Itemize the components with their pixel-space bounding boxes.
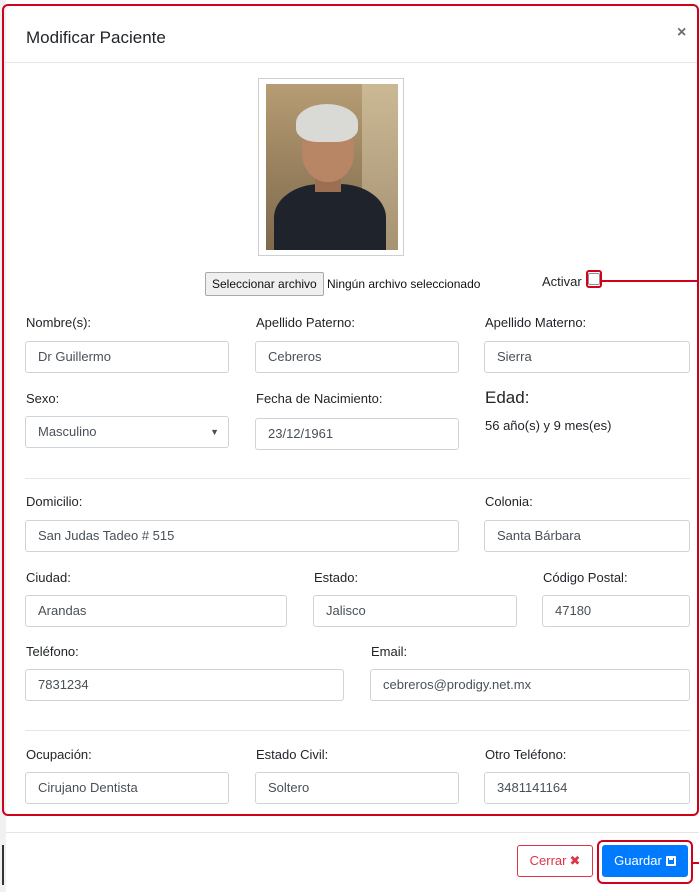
file-status-text: Ningún archivo seleccionado (327, 277, 481, 291)
sexo-selected-value: Masculino (38, 424, 97, 439)
fecha-nacimiento-label: Fecha de Nacimiento: (256, 391, 383, 406)
save-icon (665, 856, 676, 866)
close-icon: ✖ (569, 853, 581, 868)
backdrop-edge (2, 280, 4, 310)
guardar-button[interactable]: Guardar (602, 845, 688, 877)
close-icon[interactable]: × (677, 24, 686, 42)
estado-input[interactable]: Jalisco (313, 595, 517, 627)
annotation-pointer-line (693, 862, 699, 864)
email-label: Email: (371, 644, 408, 659)
section-divider (25, 730, 690, 731)
select-file-button[interactable]: Seleccionar archivo (205, 272, 324, 296)
cerrar-button[interactable]: Cerrar ✖ (517, 845, 593, 877)
guardar-label: Guardar (614, 853, 662, 868)
domicilio-label: Domicilio: (26, 494, 83, 509)
colonia-label: Colonia: (485, 494, 533, 509)
patient-photo (266, 84, 398, 250)
sexo-select[interactable]: Masculino ▼ (25, 416, 229, 448)
backdrop-edge (2, 845, 4, 885)
modal-title: Modificar Paciente (26, 28, 166, 47)
fecha-nacimiento-input[interactable]: 23/12/1961 (255, 418, 459, 450)
modal-header: Modificar Paciente × (6, 0, 699, 63)
apellido-materno-input[interactable]: Sierra (484, 341, 690, 373)
estado-civil-label: Estado Civil: (256, 747, 329, 762)
otro-telefono-label: Otro Teléfono: (485, 747, 567, 762)
ocupacion-label: Ocupación: (26, 747, 92, 762)
telefono-input[interactable]: 7831234 (25, 669, 344, 701)
codigo-postal-input[interactable]: 47180 (542, 595, 690, 627)
section-divider (25, 478, 690, 479)
cerrar-label: Cerrar (529, 853, 567, 868)
annotation-pointer-line (602, 280, 699, 282)
telefono-label: Teléfono: (26, 644, 79, 659)
estado-civil-input[interactable]: Soltero (255, 772, 459, 804)
colonia-input[interactable]: Santa Bárbara (484, 520, 690, 552)
apellido-paterno-label: Apellido Paterno: (256, 315, 356, 330)
sexo-label: Sexo: (26, 391, 60, 406)
apellido-paterno-input[interactable]: Cebreros (255, 341, 459, 373)
apellido-materno-label: Apellido Materno: (485, 315, 587, 330)
nombre-label: Nombre(s): (26, 315, 92, 330)
ocupacion-input[interactable]: Cirujano Dentista (25, 772, 229, 804)
patient-photo-frame (258, 78, 404, 256)
ciudad-label: Ciudad: (26, 570, 71, 585)
codigo-postal-label: Código Postal: (543, 570, 628, 585)
chevron-down-icon: ▼ (210, 427, 219, 437)
modify-patient-modal: Modificar Paciente × Seleccionar archivo… (6, 0, 699, 892)
activar-label: Activar (542, 274, 582, 289)
domicilio-input[interactable]: San Judas Tadeo # 515 (25, 520, 459, 552)
activar-checkbox[interactable] (588, 273, 600, 285)
email-input[interactable]: cebreros@prodigy.net.mx (370, 669, 690, 701)
modal-footer-divider (6, 832, 699, 833)
edad-value: 56 año(s) y 9 mes(es) (485, 418, 612, 433)
ciudad-input[interactable]: Arandas (25, 595, 287, 627)
edad-label: Edad: (485, 388, 530, 407)
estado-label: Estado: (314, 570, 359, 585)
otro-telefono-input[interactable]: 3481141164 (484, 772, 690, 804)
nombre-input[interactable]: Dr Guillermo (25, 341, 229, 373)
